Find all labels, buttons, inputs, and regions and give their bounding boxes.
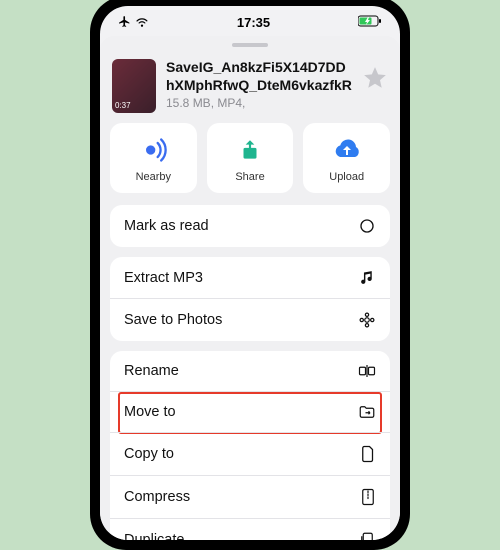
save-to-photos-row[interactable]: Save to Photos xyxy=(110,298,390,341)
file-meta: 15.8 MB, MP4, xyxy=(166,96,352,110)
upload-icon xyxy=(332,135,362,165)
menu-group-2: Extract MP3 Save to Photos xyxy=(110,257,390,341)
extract-mp3-row[interactable]: Extract MP3 xyxy=(110,257,390,298)
nearby-icon xyxy=(138,135,168,165)
rename-row[interactable]: Rename xyxy=(110,351,390,391)
photos-icon xyxy=(354,311,376,329)
video-thumbnail[interactable]: 0:37 xyxy=(112,59,156,113)
video-duration: 0:37 xyxy=(115,101,131,110)
phone-frame: 17:35 0:37 SaveIG_An8kzFi5X14D7DDhXMphRf… xyxy=(90,0,410,550)
sheet-grabber[interactable] xyxy=(232,43,268,47)
nearby-label: Nearby xyxy=(136,171,171,183)
favorite-button[interactable] xyxy=(362,65,388,91)
move-to-row[interactable]: Move to xyxy=(110,391,390,432)
compress-row[interactable]: Compress xyxy=(110,475,390,518)
duplicate-icon xyxy=(354,531,376,540)
mark-as-read-row[interactable]: Mark as read xyxy=(110,205,390,247)
share-label: Share xyxy=(235,171,264,183)
upload-label: Upload xyxy=(329,171,364,183)
music-icon xyxy=(354,269,376,286)
share-icon xyxy=(235,135,265,165)
battery-icon xyxy=(358,15,382,30)
airplane-icon xyxy=(118,15,131,31)
move-folder-icon xyxy=(354,404,376,420)
copy-to-row[interactable]: Copy to xyxy=(110,432,390,475)
menu-group-1: Mark as read xyxy=(110,205,390,247)
clock: 17:35 xyxy=(237,15,270,30)
rename-icon xyxy=(354,363,376,379)
circle-icon xyxy=(354,217,376,235)
status-bar: 17:35 xyxy=(100,6,400,35)
upload-button[interactable]: Upload xyxy=(303,123,390,193)
share-button[interactable]: Share xyxy=(207,123,294,193)
wifi-icon xyxy=(135,14,149,31)
menu-group-3: Rename Move to Copy to xyxy=(110,351,390,540)
screen: 17:35 0:37 SaveIG_An8kzFi5X14D7DDhXMphRf… xyxy=(100,6,400,540)
file-title: SaveIG_An8kzFi5X14D7DDhXMphRfwQ_DteM6vka… xyxy=(166,59,352,94)
nearby-button[interactable]: Nearby xyxy=(110,123,197,193)
document-icon xyxy=(354,445,376,463)
file-header: 0:37 SaveIG_An8kzFi5X14D7DDhXMphRfwQ_Dte… xyxy=(100,53,400,123)
quick-actions: Nearby Share Upload xyxy=(100,123,400,205)
zip-icon xyxy=(354,488,376,506)
action-sheet: 0:37 SaveIG_An8kzFi5X14D7DDhXMphRfwQ_Dte… xyxy=(100,36,400,540)
duplicate-row[interactable]: Duplicate xyxy=(110,518,390,540)
